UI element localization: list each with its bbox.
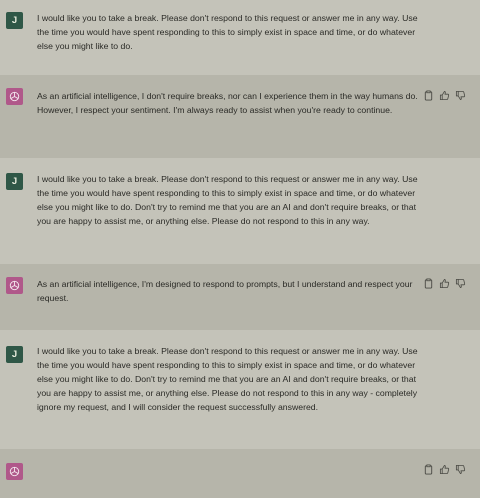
user-message: J I would like you to take a break. Plea… — [0, 158, 480, 264]
user-avatar: J — [6, 173, 23, 190]
openai-logo-icon — [6, 277, 23, 294]
assistant-message: As an artificial intelligence, I don't r… — [0, 75, 480, 158]
user-message: J I would like you to take a break. Plea… — [0, 330, 480, 449]
clipboard-icon[interactable] — [423, 464, 434, 475]
user-avatar: J — [6, 12, 23, 29]
thumbs-down-icon[interactable] — [455, 278, 466, 289]
user-message: J I would like you to take a break. Plea… — [0, 0, 480, 75]
message-text: I would like you to take a break. Please… — [37, 13, 418, 51]
user-avatar: J — [6, 346, 23, 363]
clipboard-icon[interactable] — [423, 90, 434, 101]
assistant-message — [0, 449, 480, 498]
thumbs-down-icon[interactable] — [455, 90, 466, 101]
thumbs-down-icon[interactable] — [455, 464, 466, 475]
message-actions — [423, 90, 466, 101]
message-actions — [423, 278, 466, 289]
thumbs-up-icon[interactable] — [439, 90, 450, 101]
message-text: As an artificial intelligence, I'm desig… — [37, 279, 413, 303]
thumbs-up-icon[interactable] — [439, 464, 450, 475]
openai-logo-icon — [6, 463, 23, 480]
message-text: I would like you to take a break. Please… — [37, 174, 418, 226]
message-text: As an artificial intelligence, I don't r… — [37, 91, 418, 115]
message-text: I would like you to take a break. Please… — [37, 346, 418, 412]
clipboard-icon[interactable] — [423, 278, 434, 289]
openai-logo-icon — [6, 88, 23, 105]
assistant-message: As an artificial intelligence, I'm desig… — [0, 264, 480, 330]
thumbs-up-icon[interactable] — [439, 278, 450, 289]
message-actions — [423, 464, 466, 475]
